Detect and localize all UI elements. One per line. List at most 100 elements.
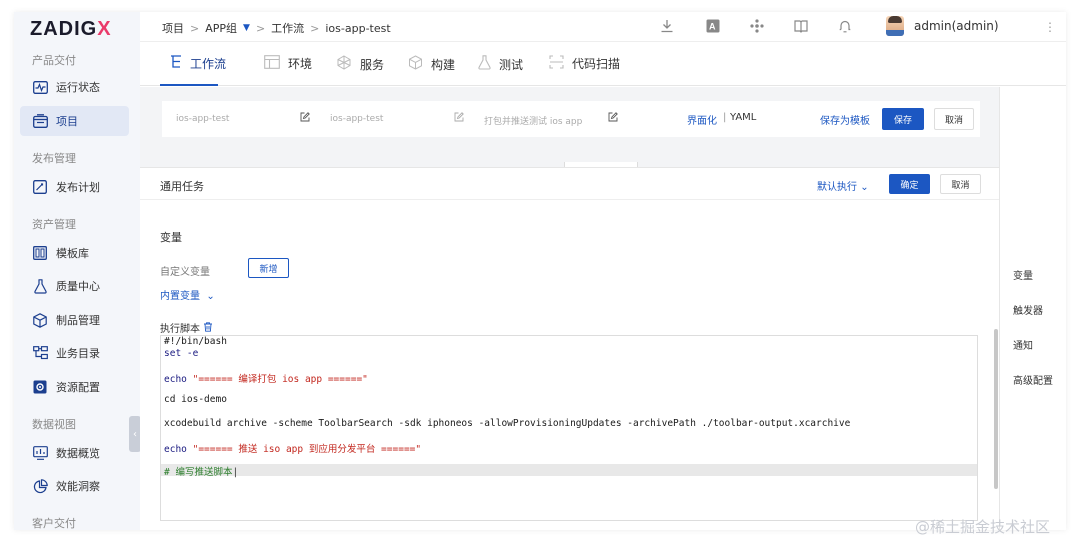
edit-icon[interactable]: [608, 112, 618, 125]
sidebar-item-label: 业务目录: [56, 347, 100, 360]
workflow-icon: [170, 55, 182, 72]
workflow-description[interactable]: 打包并推送测试 ios app: [484, 114, 582, 127]
script-editor[interactable]: #!/bin/bash set -e echo "====== 编译打包 ios…: [160, 335, 978, 521]
more-icon[interactable]: ⋮: [1044, 20, 1056, 34]
builtin-variables-label: 内置变量: [160, 291, 200, 302]
sidebar-item-label: 数据概览: [56, 447, 100, 460]
bell-icon[interactable]: [837, 18, 853, 34]
breadcrumb-current: ios-app-test: [325, 21, 391, 35]
sidebar-item-insights[interactable]: 效能洞察: [20, 471, 129, 501]
anchor-notifications[interactable]: 通知: [1013, 337, 1033, 352]
service-icon: [336, 55, 352, 73]
tab-environment[interactable]: 环境: [264, 55, 312, 72]
tab-label: 构建: [431, 57, 456, 72]
sidebar-item-status[interactable]: 运行状态: [20, 72, 129, 102]
anchor-variables[interactable]: 变量: [1013, 267, 1033, 282]
scrollbar-thumb[interactable]: [994, 329, 998, 489]
tab-workflow[interactable]: 工作流: [170, 55, 226, 72]
sidebar-item-label: 质量中心: [56, 280, 100, 293]
sidebar-item-artifacts[interactable]: 制品管理: [20, 305, 129, 335]
anchor-triggers[interactable]: 触发器: [1013, 302, 1043, 317]
edit-icon[interactable]: [300, 112, 310, 125]
tab-services[interactable]: 服务: [336, 55, 384, 73]
add-variable-button[interactable]: 新增: [248, 258, 289, 278]
code-line: # 编写推送脚本|: [164, 464, 238, 478]
tab-label: 测试: [499, 57, 524, 72]
job-panel-header: 通用任务 默认执行 ⌄ 确定 取消: [140, 168, 999, 200]
code-token: echo: [164, 374, 193, 385]
sidebar-item-label: 模板库: [56, 247, 89, 260]
workflow-name[interactable]: ios-app-test: [176, 114, 229, 124]
mode-yaml-toggle[interactable]: YAML: [730, 112, 756, 123]
code-token: echo: [164, 444, 193, 455]
confirm-button[interactable]: 确定: [889, 174, 930, 194]
sidebar-item-quality[interactable]: 质量中心: [20, 271, 129, 301]
translate-icon[interactable]: A: [705, 18, 721, 34]
sidebar-item-resources[interactable]: 资源配置: [20, 372, 129, 402]
breadcrumb-sep: >: [190, 21, 200, 35]
breadcrumb: 项目 > APP组 ▼ > 工作流 > ios-app-test: [162, 20, 391, 36]
caret-down-icon[interactable]: ▼: [243, 23, 250, 33]
run-policy-select[interactable]: 默认执行 ⌄: [817, 178, 869, 193]
job-panel: 通用任务 默认执行 ⌄ 确定 取消 变量 自定义变量 新增 内置变量 ⌄ 执行脚…: [140, 167, 999, 530]
job-cancel-button[interactable]: 取消: [940, 174, 981, 194]
tab-label: 工作流: [190, 57, 227, 71]
tab-label: 环境: [288, 57, 313, 71]
script-label: 执行脚本: [160, 320, 213, 335]
catalog-tree-icon: [32, 345, 48, 361]
tab-build[interactable]: 构建: [408, 55, 455, 73]
plugins-icon[interactable]: [749, 18, 765, 34]
section-product-delivery: 产品交付: [32, 54, 76, 67]
edit-icon[interactable]: [454, 112, 464, 125]
custom-variables-label: 自定义变量: [160, 267, 210, 278]
workflow-display-name[interactable]: ios-app-test: [330, 114, 383, 124]
job-title: 通用任务: [160, 180, 204, 193]
tab-testing[interactable]: 测试: [478, 55, 523, 73]
breadcrumb-section[interactable]: 工作流: [271, 20, 304, 36]
user-menu[interactable]: admin(admin): [886, 16, 999, 36]
cancel-button[interactable]: 取消: [934, 108, 974, 130]
download-icon[interactable]: [659, 18, 675, 34]
breadcrumb-group[interactable]: APP组: [205, 20, 237, 36]
breadcrumb-sep: >: [310, 21, 320, 35]
sidebar-item-data-overview[interactable]: 数据概览: [20, 438, 129, 468]
sidebar-item-release-plan[interactable]: 发布计划: [20, 172, 129, 202]
anchor-advanced[interactable]: 高级配置: [1013, 372, 1053, 387]
sidebar-item-catalog[interactable]: 业务目录: [20, 338, 129, 368]
active-line-highlight: [161, 464, 977, 476]
code-string: "====== 推送 iso app 到应用分发平台 ======": [192, 444, 422, 455]
test-icon: [478, 55, 491, 73]
zadig-logo[interactable]: ZADIGX: [30, 18, 112, 41]
tab-code-scan[interactable]: 代码扫描: [549, 55, 620, 72]
code-line: cd ios-demo: [164, 394, 227, 405]
code-string: "====== 编译打包 ios app ======": [192, 374, 368, 385]
sidebar-item-label: 运行状态: [56, 81, 100, 94]
builtin-variables-toggle[interactable]: 内置变量 ⌄: [160, 287, 215, 302]
code-comment: # 编写推送脚本: [164, 467, 233, 478]
code-token: set -e: [164, 348, 199, 359]
monitor-wave-icon: [32, 79, 48, 95]
sidebar-item-templates[interactable]: 模板库: [20, 238, 129, 268]
logo-text: ZADIG: [30, 18, 98, 40]
workflow-info-bar: ios-app-test ios-app-test 打包并推送测试 ios ap…: [162, 101, 980, 137]
save-button[interactable]: 保存: [882, 108, 924, 130]
main-content: ios-app-test ios-app-test 打包并推送测试 ios ap…: [140, 87, 999, 530]
breadcrumb-root[interactable]: 项目: [162, 20, 184, 36]
trash-icon[interactable]: [203, 322, 213, 335]
mode-ui-toggle[interactable]: 界面化: [687, 112, 717, 127]
logo-x: X: [97, 18, 112, 40]
right-anchor-nav: 变量 触发器 通知 高级配置: [999, 87, 1066, 530]
sidebar: ZADIGX 产品交付 运行状态 项目 发布管理 发布计划 资产管理 模板库 质…: [14, 12, 141, 530]
mode-separator: |: [723, 112, 727, 123]
sidebar-item-label: 资源配置: [56, 381, 100, 394]
save-as-template-link[interactable]: 保存为模板: [820, 112, 870, 127]
watermark: @稀土掘金技术社区: [915, 518, 1051, 536]
project-tabs: 工作流 环境 服务 构建 测试 代码扫描: [140, 42, 1066, 86]
chevron-down-icon: ⌄: [860, 182, 869, 193]
environment-icon: [264, 55, 280, 72]
tab-label: 服务: [360, 57, 385, 72]
dashboard-chart-icon: [32, 445, 48, 461]
docs-icon[interactable]: [793, 18, 809, 34]
code-line: xcodebuild archive -scheme ToolbarSearch…: [164, 418, 851, 429]
sidebar-item-projects[interactable]: 项目: [20, 106, 129, 136]
